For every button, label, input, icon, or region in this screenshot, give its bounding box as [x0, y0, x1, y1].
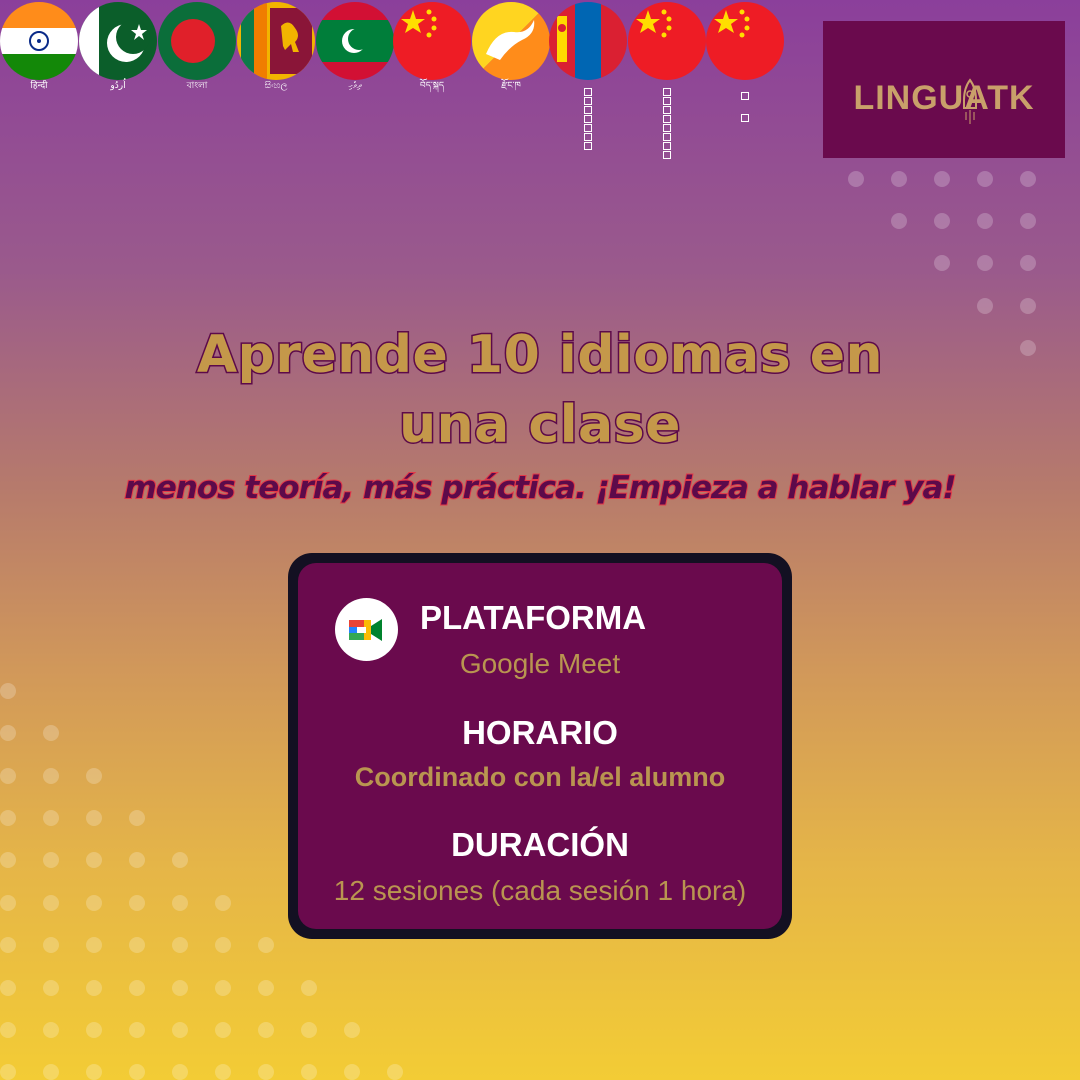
duration-value: 12 sesiones (cada sesión 1 hora)	[333, 875, 747, 906]
bhutan-flag-icon	[472, 2, 550, 80]
flag-label: རྫོང་ཁ	[501, 81, 521, 91]
headline-line-2: una clase	[398, 394, 682, 457]
india-flag-icon	[0, 2, 78, 80]
flag-label: हिन्दी	[30, 81, 48, 91]
headline: Aprende 10 idiomas en una clase	[90, 320, 990, 460]
schedule-title: HORARIO	[462, 714, 618, 751]
flag-label-boxes	[706, 92, 784, 123]
china-flag-icon	[393, 2, 471, 80]
sri-lanka-flag-icon	[237, 2, 315, 80]
flag-label: සිංහල	[264, 81, 288, 91]
flag-label: ދިވެހި	[348, 81, 362, 91]
maldives-flag-icon	[316, 2, 394, 80]
china-flag-icon	[628, 2, 706, 80]
headline-line-1: Aprende 10 idiomas en	[195, 324, 884, 387]
china-flag-icon	[706, 2, 784, 80]
bangladesh-flag-icon	[158, 2, 236, 80]
rocket-icon	[963, 78, 977, 124]
platform-title: PLATAFORMA	[420, 599, 647, 636]
flag-label-boxes	[628, 88, 706, 160]
logo-text: LINGUATK	[853, 79, 1035, 117]
flag-label: اُردُو	[110, 81, 126, 91]
linguatk-logo: LINGUATK	[823, 21, 1065, 158]
schedule-value: Coordinado con la/el alumno	[354, 762, 726, 792]
subheadline: menos teoría, más práctica. ¡Empieza a h…	[123, 469, 957, 507]
pakistan-flag-icon	[79, 2, 157, 80]
flag-label: বাংলা	[186, 81, 208, 91]
mongolia-flag-icon	[549, 2, 627, 80]
flag-label: བོད་སྐད	[419, 81, 445, 91]
duration-title: DURACIÓN	[451, 826, 629, 863]
flag-label-boxes	[549, 88, 627, 151]
google-meet-icon	[335, 598, 398, 661]
